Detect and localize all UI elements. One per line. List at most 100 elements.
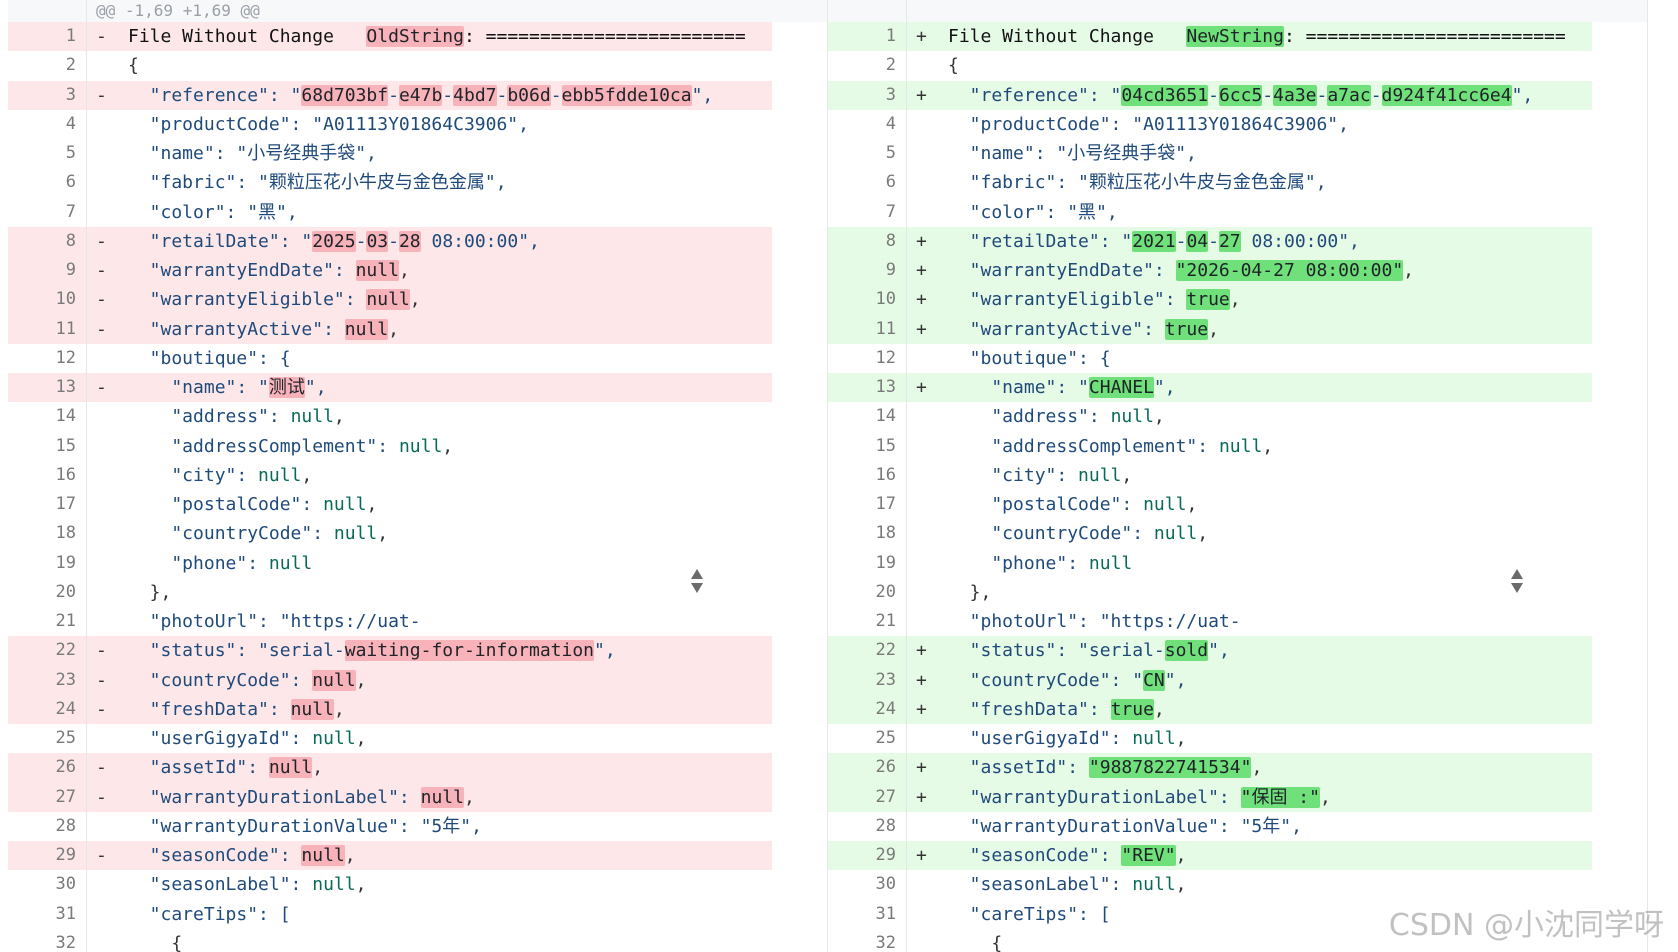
diff-line: 29 + "seasonCode": "REV",: [828, 841, 1592, 871]
line-number: 18: [55, 523, 76, 544]
diff-line: 6 "fabric": "颗粒压花小牛皮与金色金属",: [828, 168, 1647, 198]
code-token: "name": ": [128, 377, 269, 398]
change-marker: -: [96, 26, 107, 47]
line-number: 22: [875, 640, 896, 661]
code-token: ,: [1153, 406, 1165, 428]
gutter-divider: [906, 694, 907, 724]
code-token: "warrantyDurationValue": "5年",: [128, 815, 482, 837]
gutter-divider: [906, 548, 907, 578]
code-token: File Without Change: [948, 26, 1187, 47]
gutter-divider: [906, 168, 907, 198]
line-number: 18: [875, 523, 896, 544]
diff-line: 19 "phone": null: [8, 548, 827, 578]
line-code: "name": "CHANEL",: [948, 373, 1176, 402]
code-token: "userGigyaId":: [128, 728, 313, 749]
line-number: 22: [55, 640, 76, 661]
line-code: "assetId": "9887822741534",: [948, 753, 1262, 782]
code-token: "city":: [128, 464, 259, 486]
code-token: "warrantyEndDate":: [128, 260, 356, 281]
diff-line: 27- "warrantyDurationLabel": null,: [8, 782, 772, 812]
change-marker: -: [96, 260, 107, 281]
line-number: 25: [55, 728, 76, 748]
line-code: "boutique": {: [948, 344, 1111, 373]
line-code: "addressComplement": null,: [128, 432, 453, 461]
code-token: "phone":: [128, 552, 269, 574]
diff-line: 30 "seasonLabel": null,: [828, 870, 1647, 900]
change-marker: +: [916, 289, 927, 311]
code-token: -: [1208, 84, 1219, 106]
diff-line: 15 "addressComplement": null,: [828, 431, 1647, 461]
code-token: null: [1153, 523, 1198, 545]
gutter-divider: [906, 724, 907, 754]
code-token: "city":: [948, 464, 1079, 486]
expand-arrows-icon[interactable]: [1510, 568, 1524, 594]
code-token: ,: [355, 669, 367, 691]
line-code: "retailDate": "2021-04-27 08:00:00",: [948, 227, 1360, 256]
gutter-divider: [86, 694, 87, 724]
gutter-divider: [86, 665, 87, 695]
code-token: },: [128, 581, 172, 603]
code-token: ",: [1164, 669, 1187, 691]
line-number: 9: [65, 260, 76, 280]
diff-line: 15 "addressComplement": null,: [8, 431, 827, 461]
line-number: 6: [65, 172, 76, 193]
change-marker: -: [96, 757, 107, 779]
code-token: -: [442, 84, 454, 106]
code-token: null: [312, 874, 356, 896]
gutter-divider: [906, 51, 907, 81]
code-token: "seasonLabel":: [128, 874, 313, 896]
diff-line: 3- "reference": "68d703bf-e47b-4bd7-b06d…: [8, 80, 772, 110]
gutter-divider: [86, 870, 87, 900]
code-token: File Without Change: [128, 26, 367, 47]
diff-line: 14 "address": null,: [8, 402, 827, 432]
line-number: 4: [885, 113, 896, 134]
gutter-divider: [86, 197, 87, 227]
line-number: 4: [65, 113, 76, 134]
change-marker: -: [96, 230, 107, 252]
line-code: "seasonLabel": null,: [948, 870, 1187, 899]
code-token: "productCode": "A01113Y01864C3906",: [128, 113, 529, 135]
diff-line: 27 + "warrantyDurationLabel": "保固 :",: [828, 782, 1592, 812]
change-marker: +: [916, 698, 927, 720]
gutter-divider: [906, 80, 907, 110]
line-number: 30: [875, 874, 896, 895]
line-code: "countryCode": null,: [948, 519, 1208, 548]
diff-line: 5 "name": "小号经典手袋",: [828, 139, 1647, 169]
gutter-divider: [86, 460, 87, 490]
line-code: "freshData": true,: [948, 695, 1165, 724]
code-token: "warrantyDurationLabel":: [128, 786, 421, 808]
new-pane[interactable]: 1 + File Without Change NewString: =======…: [828, 0, 1648, 952]
gutter-divider: [86, 256, 87, 286]
code-token: null: [1132, 874, 1176, 896]
code-token: ,: [1175, 874, 1187, 896]
change-marker: +: [916, 845, 927, 866]
gutter-divider: [906, 197, 907, 227]
line-code: File Without Change NewString: =========…: [948, 22, 1566, 51]
code-token: null: [1078, 464, 1122, 486]
code-token: "photoUrl": "https://uat-: [948, 611, 1241, 632]
line-number: 11: [875, 318, 896, 339]
line-code: "postalCode": null,: [128, 490, 377, 519]
code-token: "postalCode":: [948, 494, 1144, 515]
diff-line: 21 "photoUrl": "https://uat-: [828, 607, 1647, 637]
change-marker: -: [96, 84, 107, 106]
old-lines: 1- File Without Change OldString: =======…: [8, 22, 827, 952]
changed-token: d924f41cc6e4: [1381, 84, 1512, 106]
expand-arrows-icon[interactable]: [690, 568, 704, 594]
code-token: ,: [398, 260, 410, 281]
gutter-divider: [86, 519, 87, 549]
diff-line: 28 "warrantyDurationValue": "5年",: [8, 811, 827, 841]
diff-line: 5 "name": "小号经典手袋",: [8, 139, 827, 169]
diff-line: 24 + "freshData": true,: [828, 694, 1592, 724]
diff-line: 6 "fabric": "颗粒压花小牛皮与金色金属",: [8, 168, 827, 198]
change-marker: +: [916, 377, 927, 398]
change-marker: -: [96, 698, 107, 720]
diff-line: 28 "warrantyDurationValue": "5年",: [828, 811, 1647, 841]
line-code: "countryCode": null,: [128, 666, 366, 695]
code-token: "reference": ": [948, 84, 1122, 106]
code-token: ,: [301, 464, 313, 486]
code-token: "freshData":: [948, 698, 1111, 720]
old-pane[interactable]: @@ -1,69 +1,69 @@ 1- File Without Change …: [8, 0, 828, 952]
diff-line: 10- "warrantyEligible": null,: [8, 285, 772, 315]
code-token: ",: [594, 640, 616, 662]
